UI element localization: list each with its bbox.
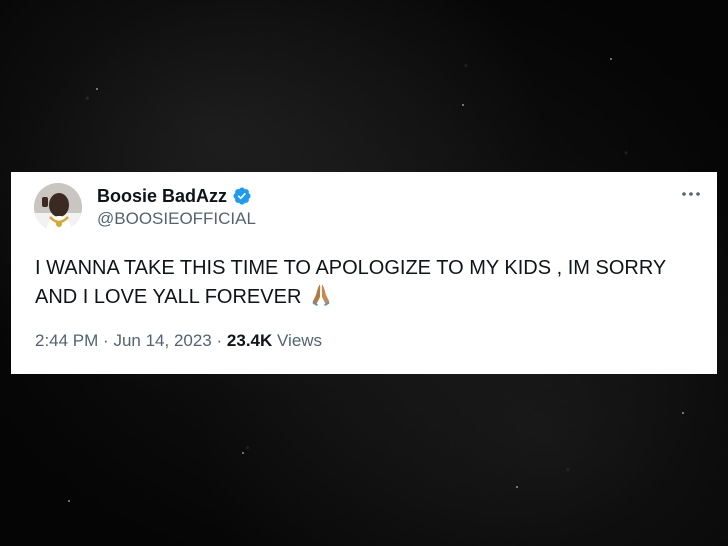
views-label: Views xyxy=(277,331,323,350)
verified-badge-icon xyxy=(232,186,252,206)
background-speck xyxy=(96,88,98,90)
display-name[interactable]: Boosie BadAzz xyxy=(97,185,227,207)
avatar-image xyxy=(34,183,82,231)
tweet-card: Boosie BadAzz @BOOSIEOFFICIAL I WANNA TA… xyxy=(11,172,717,374)
author-handle[interactable]: @BOOSIEOFFICIAL xyxy=(97,209,256,229)
tweet-metadata: 2:44 PM · Jun 14, 2023 · 23.4K Views xyxy=(35,330,322,352)
background-speck xyxy=(610,58,612,60)
background-speck xyxy=(516,486,518,488)
background-speck xyxy=(462,104,464,106)
folded-hands-emoji xyxy=(310,283,332,316)
author-name-row: Boosie BadAzz xyxy=(97,185,252,207)
tweet-body: I WANNA TAKE THIS TIME TO APOLOGIZE TO M… xyxy=(35,254,705,316)
more-options-icon xyxy=(682,192,700,196)
meta-separator: · xyxy=(103,331,109,350)
background-speck xyxy=(242,452,244,454)
avatar[interactable] xyxy=(34,183,82,231)
tweet-date[interactable]: Jun 14, 2023 xyxy=(113,331,211,350)
tweet-text: I WANNA TAKE THIS TIME TO APOLOGIZE TO M… xyxy=(35,257,666,308)
tweet-time[interactable]: 2:44 PM xyxy=(35,331,98,350)
meta-separator: · xyxy=(216,331,223,350)
views-count: 23.4K xyxy=(226,331,273,350)
background-speck xyxy=(68,500,70,502)
more-options-button[interactable] xyxy=(679,182,703,206)
background-speck xyxy=(682,412,684,414)
